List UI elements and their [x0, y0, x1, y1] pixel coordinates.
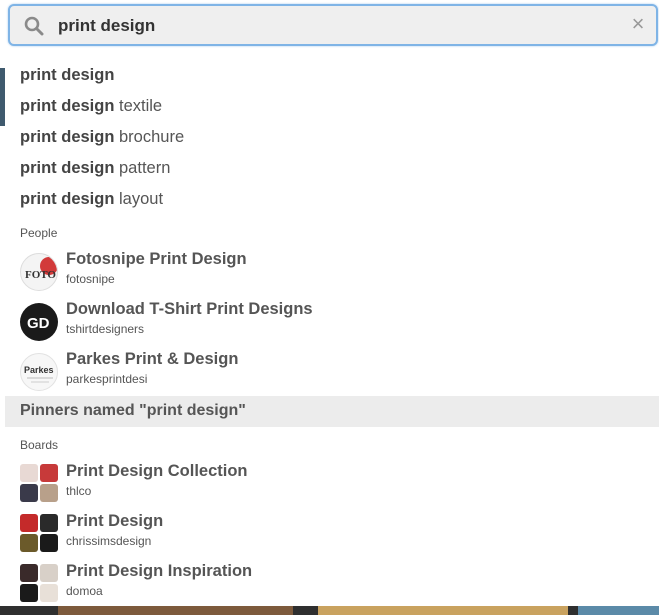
board-name: Print Design Inspiration: [66, 562, 253, 580]
board-thumbnail: [20, 464, 58, 502]
person-username: tshirtdesigners: [66, 322, 145, 336]
suggestion-bold: print design: [20, 128, 115, 146]
suggestion-item[interactable]: print design pattern: [5, 153, 659, 184]
person-username: parkesprintdesi: [66, 372, 148, 386]
suggestion-rest: textile: [114, 97, 163, 115]
board-thumb-tile: [40, 584, 58, 602]
suggestion-bold: print design: [20, 159, 115, 177]
board-owner: chrissimsdesign: [66, 534, 152, 548]
person-name: Fotosnipe Print Design: [66, 250, 247, 268]
tshirt-designers-logo-icon: GD: [27, 315, 50, 332]
search-box: ×: [8, 4, 658, 46]
suggestion-rest: brochure: [114, 128, 185, 146]
people-section-label: People: [20, 226, 58, 240]
person-result[interactable]: Parkes Parkes Print & Design parkesprint…: [5, 346, 659, 396]
search-dropdown: × print design print design textile prin…: [5, 0, 659, 606]
person-result[interactable]: FOTO Fotosnipe Print Design fotosnipe: [5, 246, 659, 296]
suggestion-bold: print design: [20, 66, 115, 84]
boards-section-label: Boards: [20, 438, 59, 452]
board-result[interactable]: Print Design Inspiration domoa: [5, 558, 659, 608]
board-owner: thlco: [66, 484, 92, 498]
svg-text:FOTO: FOTO: [25, 269, 56, 281]
board-result[interactable]: Print Design chrissimsdesign: [5, 508, 659, 558]
board-thumb-tile: [40, 484, 58, 502]
suggestion-item[interactable]: print design layout: [5, 184, 659, 215]
board-thumb-tile: [20, 484, 38, 502]
board-thumb-tile: [20, 514, 38, 532]
suggestion-item[interactable]: print design textile: [5, 91, 659, 122]
suggestion-rest: pattern: [114, 159, 171, 177]
avatar: GD: [20, 303, 58, 341]
board-thumbnail: [20, 564, 58, 602]
parkes-logo-icon: Parkes: [24, 365, 54, 383]
suggestion-rest: layout: [114, 190, 164, 208]
board-name: Print Design Collection: [66, 462, 248, 480]
person-username: fotosnipe: [66, 272, 115, 286]
board-thumb-tile: [20, 564, 38, 582]
board-thumb-tile: [20, 464, 38, 482]
board-thumb-tile: [40, 534, 58, 552]
pinners-named-label: Pinners named "print design": [20, 402, 246, 419]
board-thumb-tile: [40, 514, 58, 532]
person-name: Download T-Shirt Print Designs: [66, 300, 313, 318]
person-name: Parkes Print & Design: [66, 350, 239, 368]
avatar: FOTO: [20, 253, 58, 291]
search-input[interactable]: [58, 15, 618, 37]
board-thumb-tile: [20, 584, 38, 602]
board-thumb-tile: [20, 534, 38, 552]
avatar: Parkes: [20, 353, 58, 391]
suggestion-bold: print design: [20, 97, 115, 115]
svg-text:GD: GD: [27, 315, 50, 332]
fotosnipe-logo-icon: FOTO: [25, 257, 57, 281]
search-icon: [24, 16, 44, 36]
person-result[interactable]: GD Download T-Shirt Print Designs tshirt…: [5, 296, 659, 346]
board-thumb-tile: [40, 464, 58, 482]
board-thumbnail: [20, 514, 58, 552]
clear-search-icon[interactable]: ×: [628, 13, 648, 35]
board-thumb-tile: [40, 564, 58, 582]
svg-text:Parkes: Parkes: [24, 365, 54, 375]
suggestion-item[interactable]: print design brochure: [5, 122, 659, 153]
board-owner: domoa: [66, 584, 103, 598]
suggestion-bold: print design: [20, 190, 115, 208]
pinners-named-row[interactable]: Pinners named "print design": [5, 396, 659, 427]
board-result[interactable]: Print Design Collection thlco: [5, 458, 659, 508]
suggestion-item[interactable]: print design: [5, 60, 659, 91]
board-name: Print Design: [66, 512, 164, 530]
